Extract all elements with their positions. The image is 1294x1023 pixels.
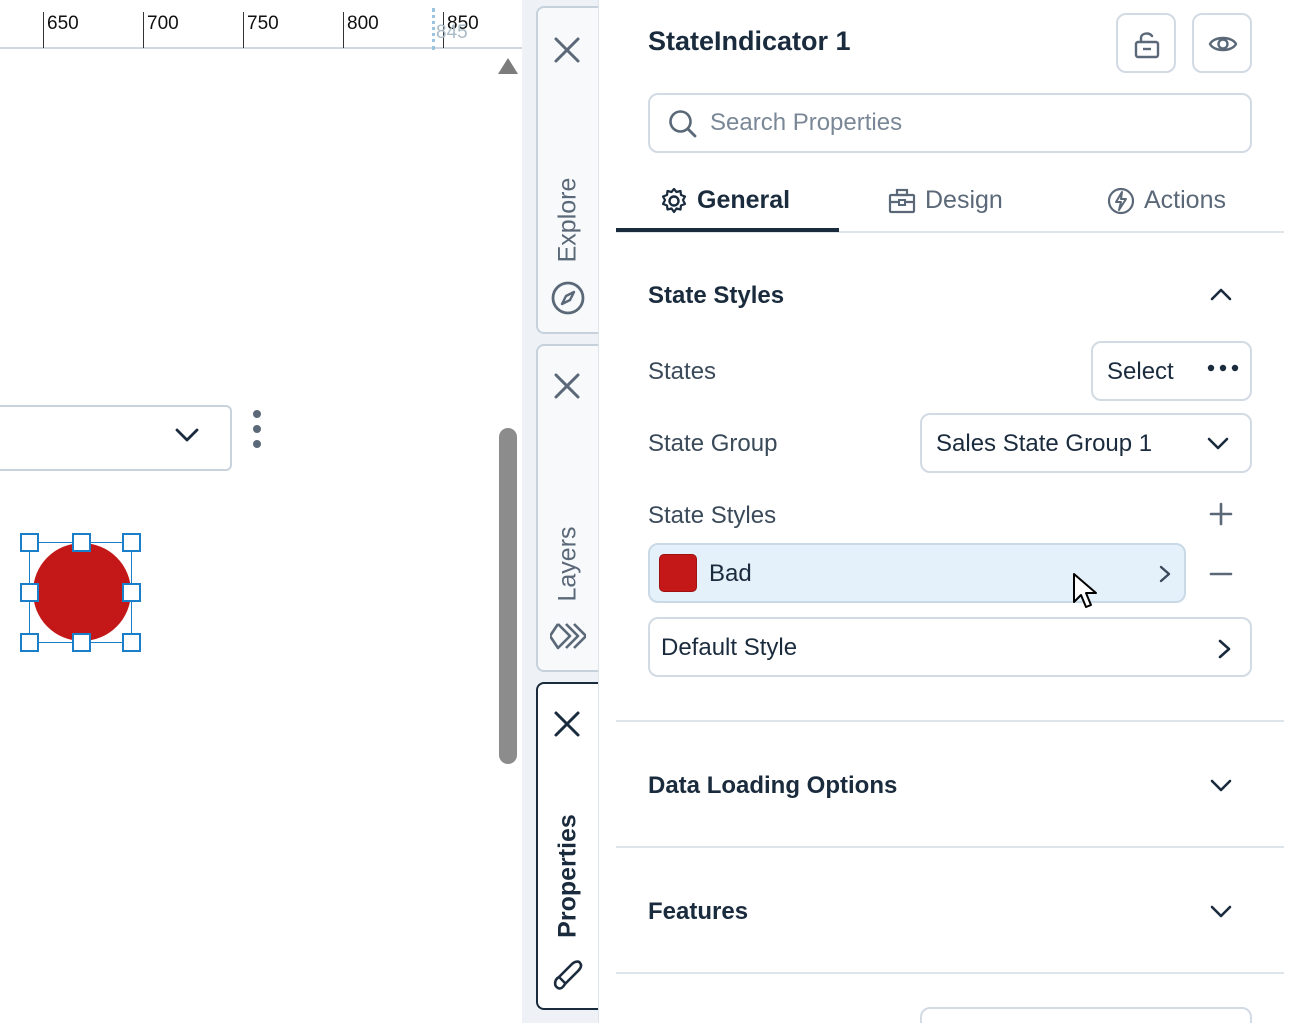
- side-tab-label: Explore: [553, 177, 582, 263]
- add-icon[interactable]: [1209, 502, 1233, 526]
- resize-handle-s[interactable]: [72, 633, 91, 652]
- default-style-label: Default Style: [661, 634, 798, 661]
- ruler-marker-label: 845: [436, 22, 468, 43]
- chevron-down-icon[interactable]: [1207, 897, 1235, 925]
- remove-icon[interactable]: [1209, 562, 1233, 586]
- lock-button[interactable]: [1116, 13, 1176, 73]
- section-divider: [616, 972, 1284, 974]
- states-label: States: [648, 358, 717, 385]
- section-divider: [616, 720, 1284, 722]
- ruler-tick: [143, 12, 144, 48]
- resize-handle-nw[interactable]: [20, 533, 39, 552]
- resize-handle-ne[interactable]: [122, 533, 141, 552]
- scroll-up-arrow[interactable]: [498, 58, 518, 74]
- resize-handle-n[interactable]: [72, 533, 91, 552]
- properties-panel: StateIndicator 1 General: [598, 0, 1294, 1023]
- tab-actions[interactable]: Actions: [1107, 168, 1226, 233]
- resize-handle-w[interactable]: [20, 583, 39, 602]
- tab-label: Design: [925, 186, 1003, 214]
- side-tab-layers[interactable]: Layers: [536, 344, 598, 672]
- eye-icon: [1208, 36, 1238, 52]
- side-tab-label: Properties: [553, 814, 582, 938]
- state-group-value: Sales State Group 1: [936, 430, 1153, 457]
- close-icon[interactable]: [552, 709, 582, 739]
- lightning-icon: [1107, 187, 1135, 214]
- mouse-cursor-icon: [1073, 573, 1097, 608]
- state-style-row-bad[interactable]: Bad: [648, 543, 1186, 603]
- close-icon[interactable]: [552, 371, 582, 401]
- more-horizontal-icon: [1207, 364, 1239, 372]
- partial-field[interactable]: [920, 1007, 1252, 1023]
- compass-icon: [551, 281, 585, 315]
- layers-icon: [550, 623, 586, 650]
- section-header-data-loading[interactable]: Data Loading Options: [648, 772, 897, 800]
- horizontal-ruler: 650 700 750 800 850 845: [0, 0, 522, 50]
- resize-handle-se[interactable]: [122, 633, 141, 652]
- state-styles-label: State Styles: [648, 502, 777, 529]
- section-header-features[interactable]: Features: [648, 898, 748, 926]
- ruler-tick-label: 750: [247, 13, 279, 34]
- ruler-position-marker: [432, 8, 435, 50]
- tab-label: General: [697, 186, 791, 214]
- ruler-tick: [343, 12, 344, 48]
- side-tab-label: Layers: [553, 526, 582, 602]
- gear-icon: [661, 187, 687, 213]
- states-select-button[interactable]: Select: [1091, 341, 1252, 401]
- design-canvas[interactable]: 650 700 750 800 850 845: [0, 0, 522, 1023]
- property-tabs: General Design Actions: [616, 168, 1284, 233]
- tab-general[interactable]: General: [660, 168, 790, 233]
- ruler-tick-label: 650: [47, 13, 79, 34]
- active-tab-indicator: [616, 228, 839, 232]
- visibility-button[interactable]: [1192, 13, 1252, 73]
- side-tab-strip: Explore Layers Properties: [536, 0, 598, 1023]
- ruler-tick-label: 800: [347, 13, 379, 34]
- vertical-scrollbar-thumb[interactable]: [499, 428, 517, 764]
- ruler-tick-label: 700: [147, 13, 179, 34]
- tab-label: Actions: [1144, 186, 1226, 214]
- state-group-select[interactable]: Sales State Group 1: [920, 413, 1252, 473]
- paintbrush-icon: [553, 960, 583, 990]
- side-tab-explore[interactable]: Explore: [536, 6, 598, 334]
- side-tab-properties[interactable]: Properties: [536, 682, 598, 1010]
- resize-handle-e[interactable]: [122, 583, 141, 602]
- tab-design[interactable]: Design: [888, 168, 1003, 233]
- close-icon[interactable]: [552, 35, 582, 65]
- panel-title: StateIndicator 1: [648, 26, 851, 56]
- selection-box: [29, 542, 132, 643]
- section-header-state-styles[interactable]: State Styles: [648, 282, 784, 310]
- chevron-down-icon[interactable]: [1207, 771, 1235, 799]
- ruler-tick: [43, 12, 44, 48]
- select-button-label: Select: [1107, 358, 1174, 385]
- toolbox-icon: [888, 188, 916, 213]
- chevron-up-icon[interactable]: [1207, 281, 1235, 309]
- state-group-label: State Group: [648, 430, 778, 457]
- resize-handle-sw[interactable]: [20, 633, 39, 652]
- search-box[interactable]: [648, 93, 1252, 153]
- chevron-right-icon: [1159, 565, 1171, 583]
- default-style-row[interactable]: Default Style: [648, 617, 1252, 677]
- unlock-icon: [1134, 32, 1160, 59]
- color-swatch: [659, 554, 697, 592]
- state-style-name: Bad: [709, 560, 752, 587]
- chevron-right-icon: [1218, 639, 1231, 659]
- chevron-down-icon: [1207, 437, 1229, 450]
- search-input[interactable]: [710, 103, 1230, 143]
- chevron-down-icon[interactable]: [173, 421, 201, 449]
- section-divider: [616, 846, 1284, 848]
- more-vertical-icon[interactable]: [246, 408, 268, 450]
- ruler-tick: [243, 12, 244, 48]
- search-icon: [669, 110, 697, 138]
